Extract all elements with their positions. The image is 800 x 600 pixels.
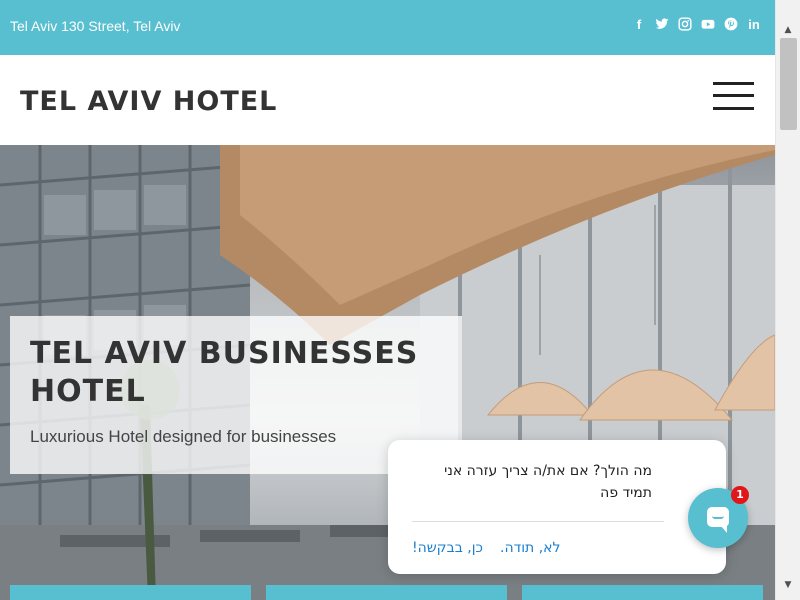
- top-info-bar: Tel Aviv 130 Street, Tel Aviv f in: [0, 0, 775, 55]
- feature-card[interactable]: [522, 585, 763, 600]
- chat-bubble-icon: [707, 507, 729, 533]
- twitter-icon[interactable]: [655, 17, 669, 33]
- chat-popup: מה הולך? אם את/ה צריך עזרה אני תמיד פה כ…: [388, 440, 726, 574]
- scroll-down-arrow-icon[interactable]: ▼: [776, 577, 800, 593]
- facebook-icon[interactable]: f: [632, 17, 646, 33]
- hero-title: TEL AVIV BUSINESSES HOTEL: [30, 336, 419, 409]
- feature-card[interactable]: [10, 585, 251, 600]
- site-logo-text[interactable]: TEL AVIV HOTEL: [20, 86, 277, 117]
- chat-notification-badge: 1: [731, 486, 749, 504]
- chat-message: מה הולך? אם את/ה צריך עזרה אני תמיד פה: [444, 463, 652, 501]
- site-header: TEL AVIV HOTEL: [0, 55, 775, 145]
- page-scrollbar[interactable]: ▲ ▼: [775, 0, 800, 600]
- feature-card[interactable]: [266, 585, 507, 600]
- social-links: f in: [632, 17, 761, 33]
- chat-divider: [412, 521, 664, 522]
- linkedin-icon[interactable]: in: [747, 17, 761, 33]
- pinterest-icon[interactable]: [724, 17, 738, 33]
- chat-no-button[interactable]: לא, תודה.: [500, 540, 560, 556]
- instagram-icon[interactable]: [678, 17, 692, 33]
- address-text: Tel Aviv 130 Street, Tel Aviv: [10, 18, 181, 34]
- youtube-icon[interactable]: [701, 17, 715, 33]
- scrollbar-thumb[interactable]: [780, 38, 797, 130]
- hamburger-menu-icon[interactable]: [713, 82, 754, 110]
- scroll-up-arrow-icon[interactable]: ▲: [776, 22, 800, 38]
- chat-yes-button[interactable]: כן, בבקשה!: [412, 540, 483, 556]
- hero-subtitle: Luxurious Hotel designed for businesses: [30, 427, 337, 446]
